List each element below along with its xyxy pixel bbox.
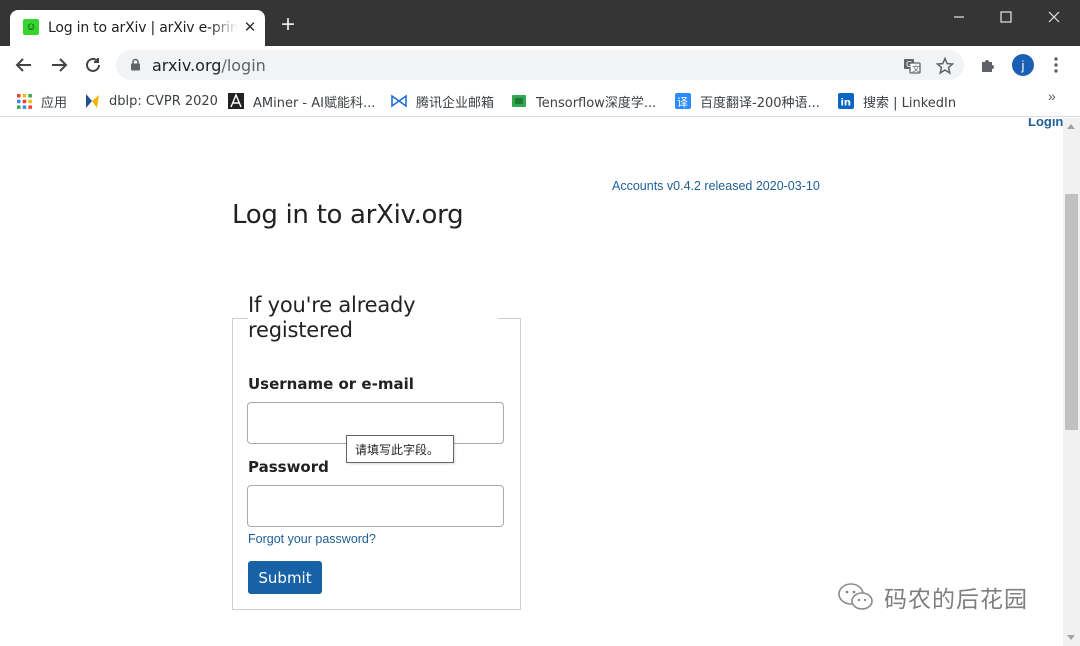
baidu-translate-icon: 译	[675, 93, 691, 109]
validation-tooltip: 请填写此字段。	[346, 435, 454, 463]
tencent-mail-icon	[391, 93, 407, 109]
bookmarks-overflow-button[interactable]: »	[1048, 88, 1056, 104]
svg-text:文: 文	[912, 64, 920, 74]
close-tab-icon[interactable]: ✕	[240, 17, 260, 37]
close-window-button[interactable]	[1030, 0, 1078, 34]
browser-tab[interactable]: ☺ Log in to arXiv | arXiv e-print r ✕	[10, 10, 265, 46]
kebab-menu-icon	[1054, 57, 1058, 73]
watermark-text: 码农的后花园	[884, 587, 1028, 613]
tensorflow-icon	[511, 93, 527, 109]
address-bar[interactable]: arxiv.org/login G文	[116, 50, 964, 80]
watermark: 码农的后花园	[836, 580, 1028, 614]
bookmark-dblp[interactable]: dblp: CVPR 2020	[84, 91, 218, 111]
wechat-icon	[838, 583, 873, 610]
address-url: arxiv.org/login	[152, 56, 266, 75]
arrow-right-icon	[52, 58, 68, 72]
minimize-icon	[954, 16, 964, 18]
bookmark-label: dblp: CVPR 2020	[109, 93, 218, 109]
page-content: Login Accounts v0.4.2 released 2020-03-1…	[0, 118, 1063, 646]
linkedin-icon: in	[838, 93, 854, 109]
forgot-password-link[interactable]: Forgot your password?	[248, 532, 376, 546]
browser-toolbar: arxiv.org/login G文 j	[0, 46, 1080, 83]
bookmark-label: 百度翻译-200种语...	[700, 95, 820, 111]
submit-button[interactable]: Submit	[248, 561, 322, 594]
menu-button[interactable]	[1043, 52, 1069, 78]
bookmarks-bar: 应用 dblp: CVPR 2020 AMiner - AI赋能科... 腾讯企…	[0, 83, 1080, 117]
smiley-favicon-icon: ☺	[23, 19, 39, 35]
password-input[interactable]	[247, 485, 504, 527]
dblp-icon	[84, 93, 100, 109]
bookmark-label: AMiner - AI赋能科...	[253, 95, 376, 111]
bookmark-label: Tensorflow深度学...	[536, 95, 657, 111]
extensions-button[interactable]	[975, 52, 1001, 78]
new-tab-button[interactable]: +	[276, 13, 300, 38]
puzzle-icon	[982, 60, 994, 72]
bookmark-tensorflow[interactable]: Tensorflow深度学...	[511, 91, 656, 111]
scrollbar-thumb[interactable]	[1065, 194, 1078, 430]
minimize-button[interactable]	[935, 0, 983, 34]
svg-text:译: 译	[677, 96, 688, 109]
bookmark-baidu-translate[interactable]: 译 百度翻译-200种语...	[675, 91, 820, 111]
login-link[interactable]: Login	[1028, 118, 1063, 129]
avatar: j	[1012, 54, 1034, 76]
scroll-down-icon[interactable]	[1067, 635, 1075, 640]
apps-grid-icon	[16, 93, 32, 109]
bookmark-aminer[interactable]: AMiner - AI赋能科...	[228, 91, 375, 111]
scroll-up-icon[interactable]	[1067, 124, 1075, 129]
maximize-icon	[1000, 11, 1012, 23]
forward-button[interactable]	[45, 51, 73, 79]
bookmark-tencent-mail[interactable]: 腾讯企业邮箱	[391, 91, 494, 111]
maximize-button[interactable]	[982, 0, 1030, 34]
arrow-left-icon	[15, 58, 31, 72]
password-label: Password	[248, 458, 329, 476]
bookmark-linkedin[interactable]: in 搜索 | LinkedIn	[838, 91, 956, 111]
bookmark-label: 应用	[41, 95, 68, 111]
translate-icon[interactable]: G文	[902, 56, 922, 76]
page-scrollbar[interactable]	[1063, 118, 1080, 646]
profile-button[interactable]: j	[1010, 52, 1036, 78]
version-link[interactable]: Accounts v0.4.2 released 2020-03-10	[612, 179, 820, 193]
page-title: Log in to arXiv.org	[232, 200, 464, 230]
back-button[interactable]	[10, 51, 38, 79]
bookmark-apps[interactable]: 应用	[16, 91, 67, 111]
star-icon[interactable]	[935, 56, 955, 76]
tab-title: Log in to arXiv | arXiv e-print r	[48, 20, 238, 36]
browser-titlebar: ☺ Log in to arXiv | arXiv e-print r ✕ +	[0, 0, 1080, 46]
fieldset-legend: If you're already registered	[248, 293, 498, 343]
bookmark-label: 腾讯企业邮箱	[416, 95, 495, 111]
lock-icon	[130, 58, 141, 76]
aminer-icon	[228, 93, 244, 109]
username-label: Username or e-mail	[248, 375, 414, 393]
reload-button[interactable]	[79, 51, 107, 79]
close-icon	[1048, 11, 1060, 23]
svg-text:in: in	[841, 98, 852, 109]
bookmark-label: 搜索 | LinkedIn	[863, 95, 957, 111]
reload-icon	[86, 57, 100, 72]
